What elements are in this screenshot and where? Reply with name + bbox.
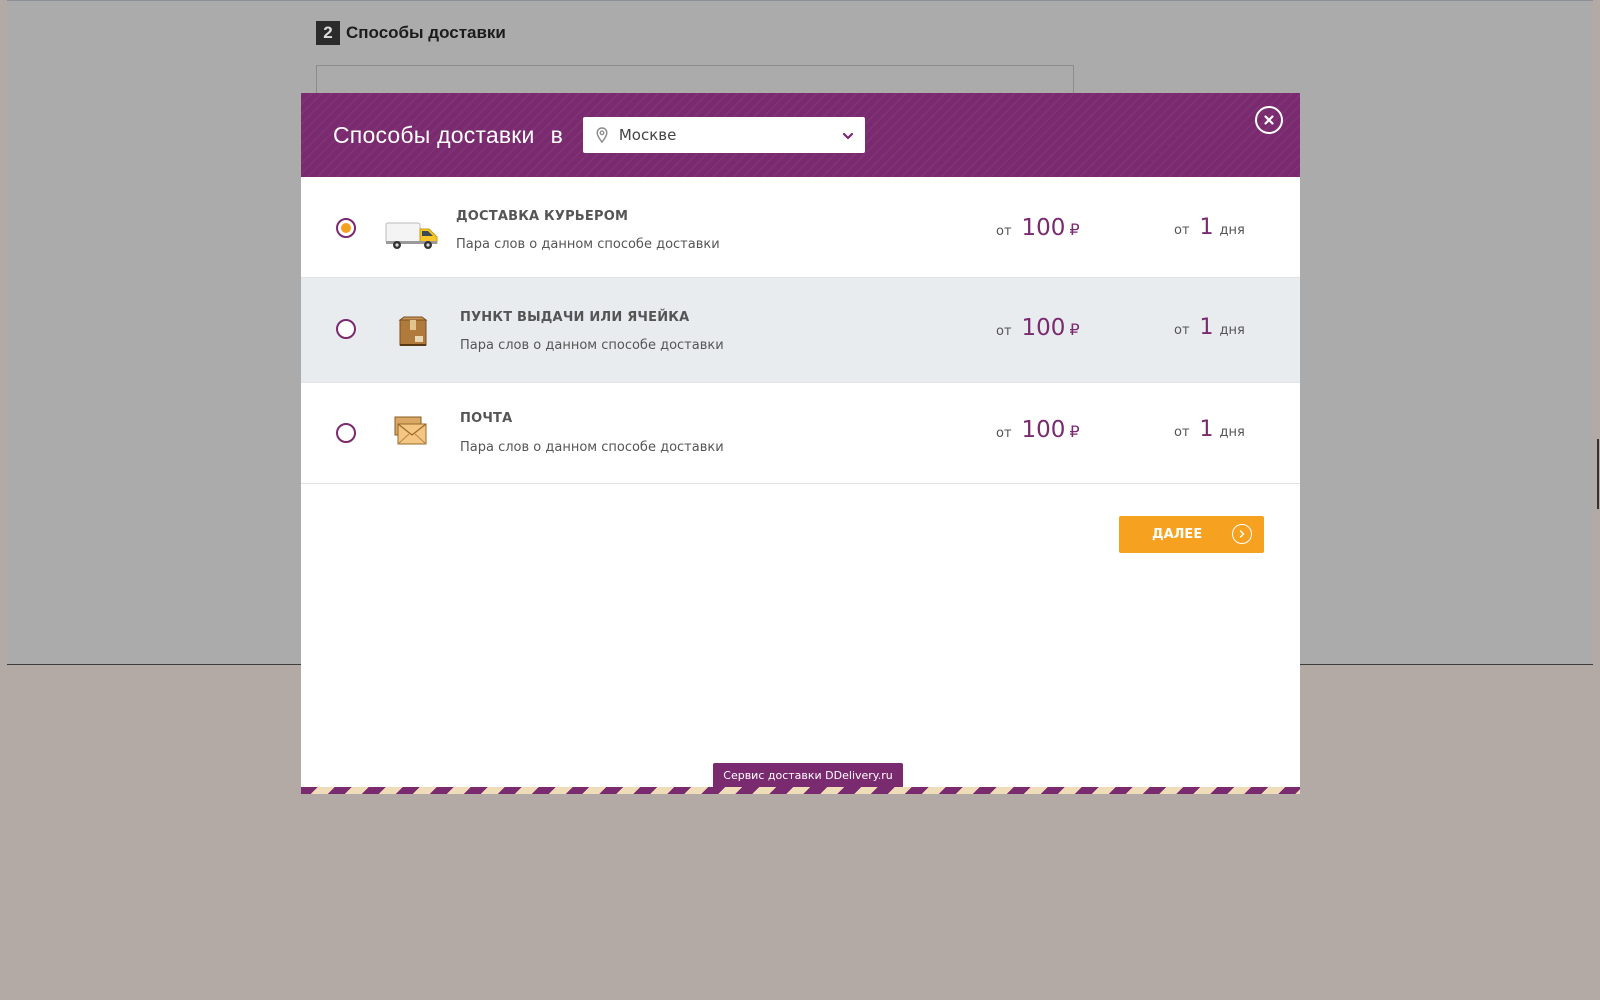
option-name: ПОЧТА: [460, 411, 513, 426]
envelope-icon: [393, 415, 427, 451]
option-description: Пара слов о данном способе доставки: [460, 440, 724, 455]
price-from-label: от: [996, 324, 1012, 339]
option-term: от 1 дня: [1174, 315, 1245, 340]
option-price: от 100 ₽: [996, 215, 1080, 241]
term-value: 1: [1199, 315, 1214, 340]
footer-stripe: [301, 787, 1300, 794]
currency-symbol: ₽: [1069, 220, 1080, 239]
option-name: ПУНКТ ВЫДАЧИ ИЛИ ЯЧЕЙКА: [460, 310, 690, 325]
term-value: 1: [1199, 417, 1214, 442]
term-unit: дня: [1219, 223, 1245, 238]
bg-section-heading: 2 Способы доставки: [316, 21, 506, 45]
option-term: от 1 дня: [1174, 417, 1245, 442]
term-unit: дня: [1219, 425, 1245, 440]
currency-symbol: ₽: [1069, 320, 1080, 339]
radio-courier[interactable]: [336, 218, 356, 238]
radio-post[interactable]: [336, 423, 356, 443]
modal-title-preposition: в: [550, 121, 563, 148]
next-button[interactable]: ДАЛЕЕ: [1119, 516, 1264, 553]
term-unit: дня: [1219, 323, 1245, 338]
city-value: Москве: [618, 126, 677, 144]
step-title: Способы доставки: [346, 23, 506, 42]
bg-content-box: [316, 65, 1074, 95]
next-button-label: ДАЛЕЕ: [1152, 527, 1203, 542]
chevron-down-icon: [841, 128, 855, 142]
step-number-badge: 2: [316, 21, 340, 45]
delivery-option-post[interactable]: ПОЧТА Пара слов о данном способе доставк…: [301, 383, 1300, 484]
option-description: Пара слов о данном способе доставки: [460, 338, 724, 353]
term-from-label: от: [1174, 425, 1190, 440]
chevron-right-circle-icon: [1232, 524, 1252, 544]
close-button[interactable]: [1255, 106, 1283, 134]
radio-pickup[interactable]: [336, 319, 356, 339]
close-icon: [1263, 111, 1275, 130]
price-value: 100: [1021, 315, 1066, 341]
delivery-option-pickup[interactable]: ПУНКТ ВЫДАЧИ ИЛИ ЯЧЕЙКА Пара слов о данн…: [301, 278, 1300, 383]
option-price: от 100 ₽: [996, 315, 1080, 341]
option-description: Пара слов о данном способе доставки: [456, 237, 720, 252]
parcel-box-icon: [398, 316, 428, 352]
modal-title: Способы доставки: [333, 121, 535, 148]
price-from-label: от: [996, 426, 1012, 441]
currency-symbol: ₽: [1069, 422, 1080, 441]
price-value: 100: [1021, 215, 1066, 241]
term-from-label: от: [1174, 323, 1190, 338]
truck-icon: [384, 219, 440, 255]
bg-scroll-edge: [1597, 439, 1599, 509]
term-from-label: от: [1174, 223, 1190, 238]
modal-header: Способы доставки в Москве: [301, 93, 1300, 177]
delivery-modal: Способы доставки в Москве ДОСТАВКА КУРЬЕ…: [301, 93, 1300, 794]
option-term: от 1 дня: [1174, 215, 1245, 240]
term-value: 1: [1199, 215, 1214, 240]
map-pin-icon: [595, 126, 609, 144]
price-from-label: от: [996, 224, 1012, 239]
option-name: ДОСТАВКА КУРЬЕРОМ: [456, 209, 629, 224]
footer-service-link[interactable]: Сервис доставки DDelivery.ru: [713, 763, 903, 788]
city-select[interactable]: Москве: [582, 117, 865, 153]
delivery-option-courier[interactable]: ДОСТАВКА КУРЬЕРОМ Пара слов о данном спо…: [301, 177, 1300, 278]
option-price: от 100 ₽: [996, 417, 1080, 443]
price-value: 100: [1021, 417, 1066, 443]
